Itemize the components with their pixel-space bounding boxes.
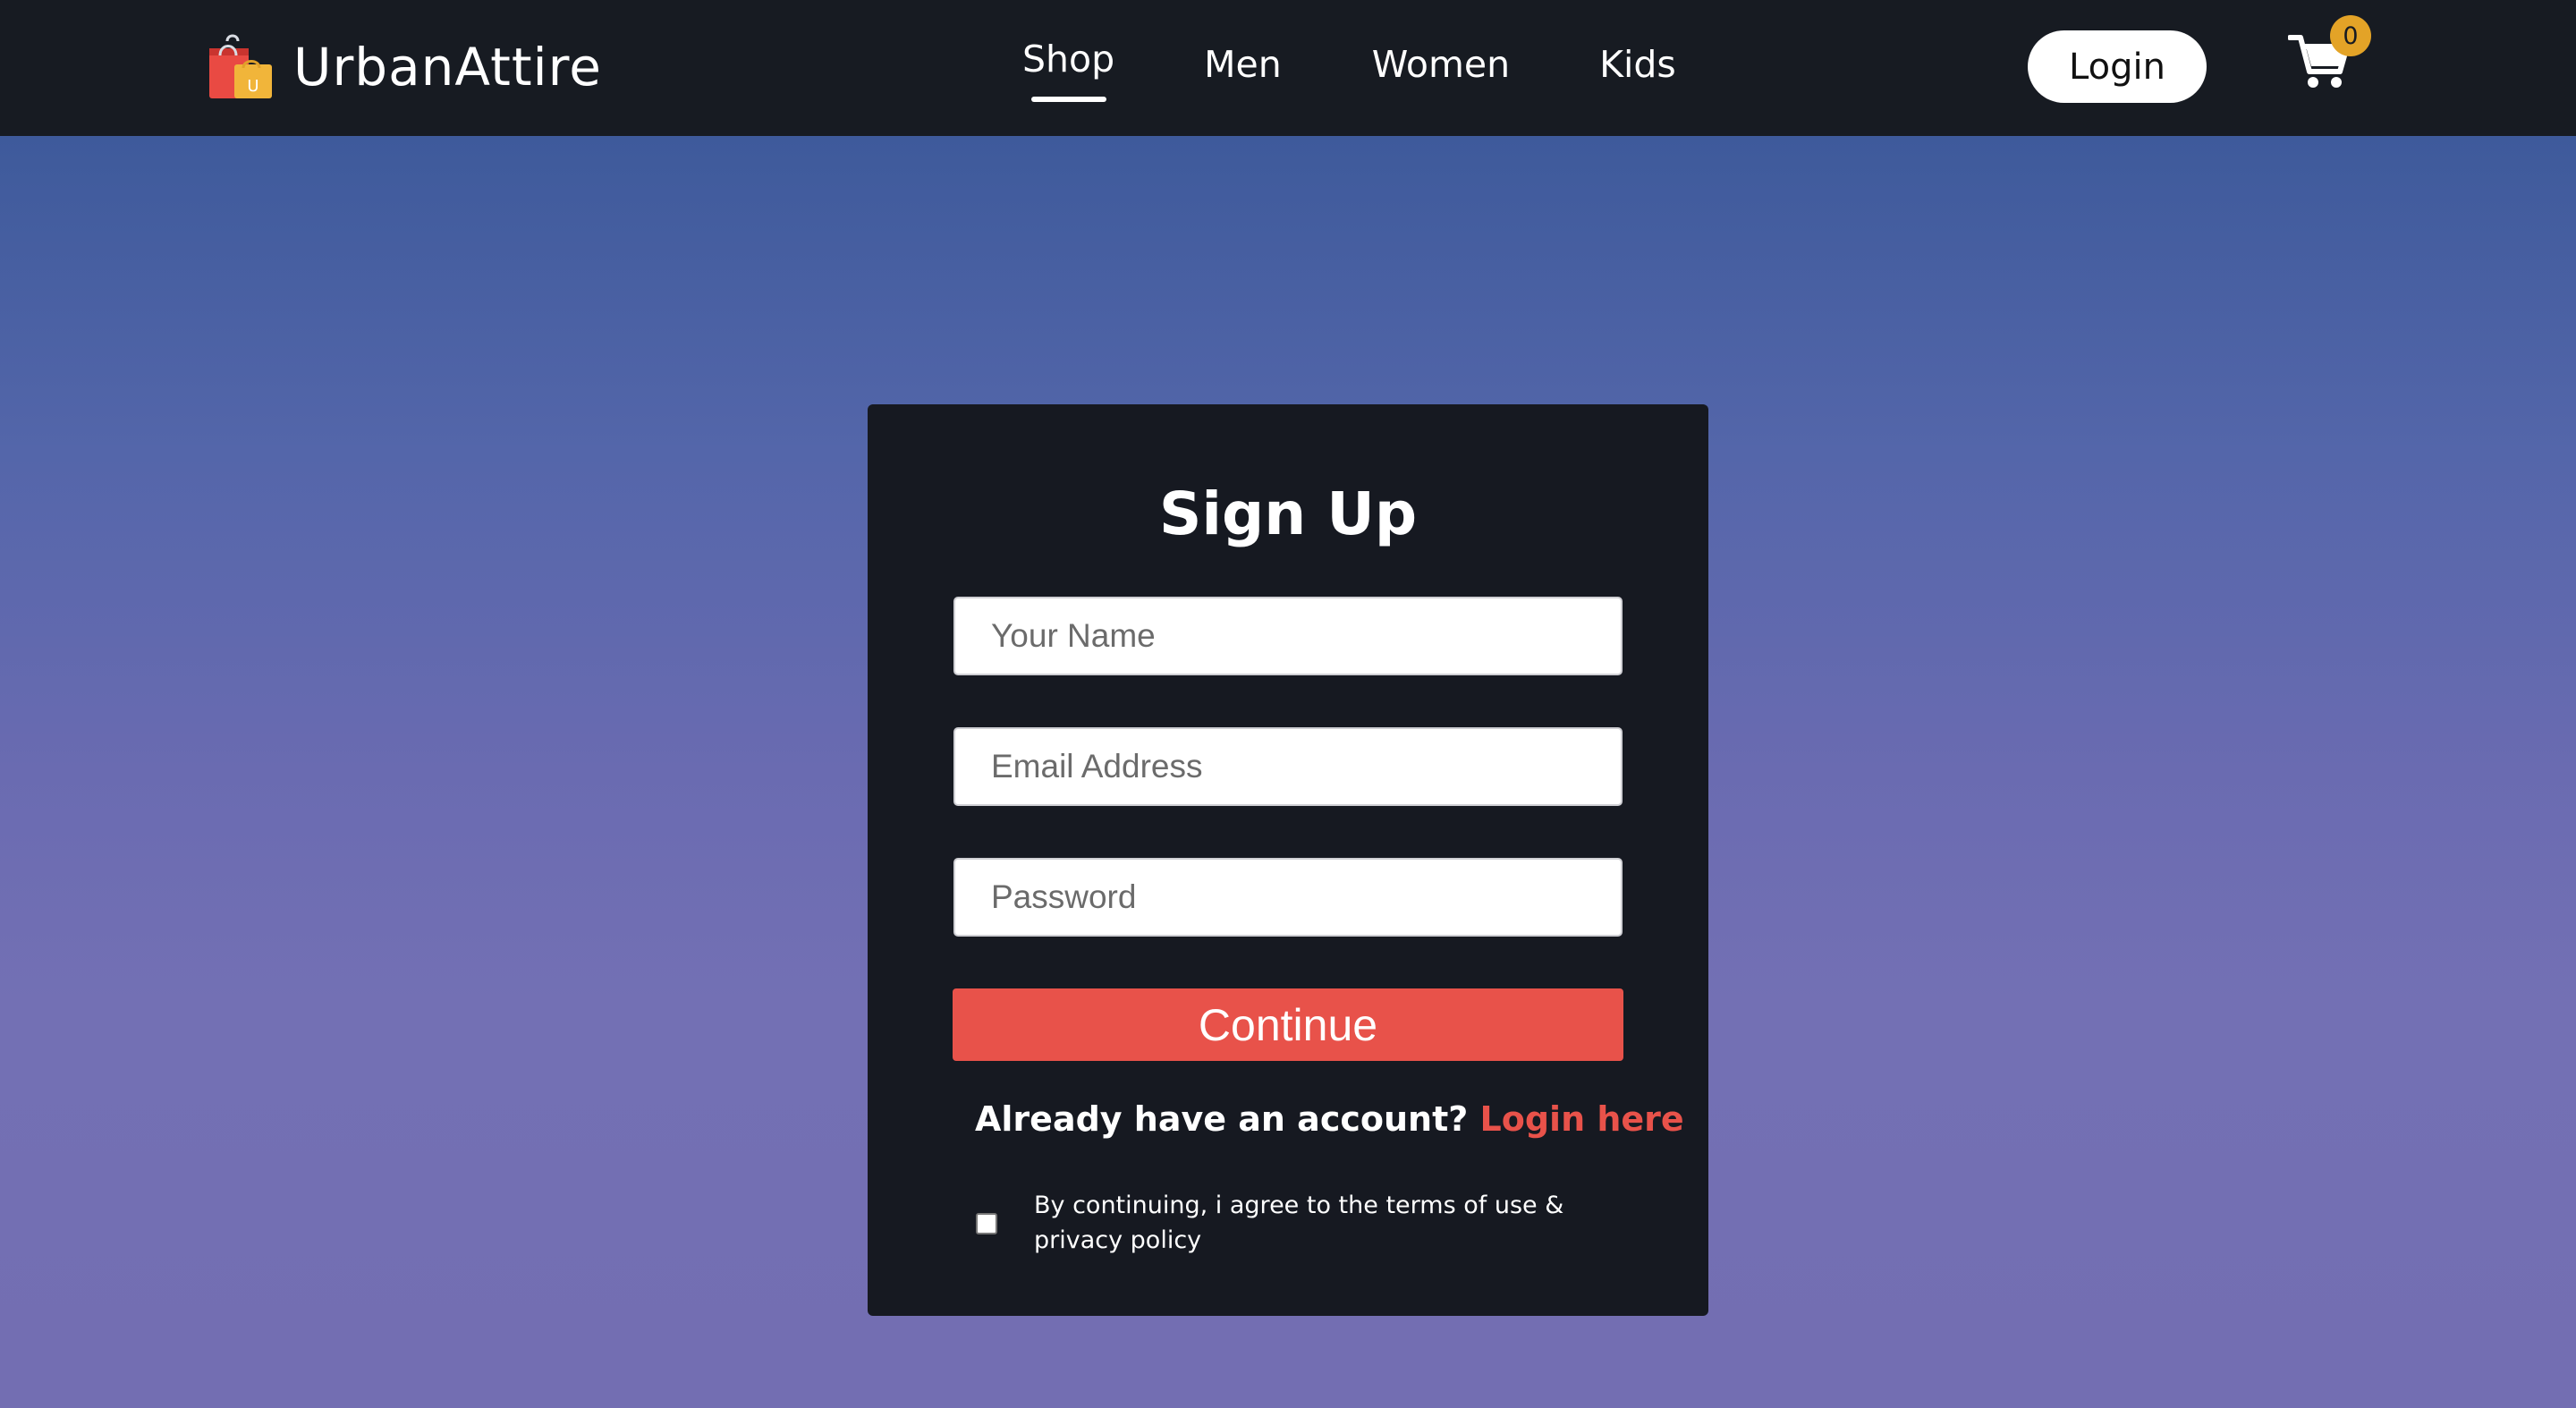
password-input[interactable]	[953, 858, 1623, 937]
nav-link-men[interactable]: Men	[1204, 43, 1282, 86]
nav-link-women[interactable]: Women	[1372, 43, 1510, 86]
login-here-link[interactable]: Login here	[1480, 1099, 1684, 1139]
brand[interactable]: U UrbanAttire	[206, 32, 602, 102]
bag-letter: U	[247, 77, 258, 96]
nav-link-shop-label: Shop	[1022, 38, 1115, 81]
login-button[interactable]: Login	[2028, 30, 2207, 103]
terms-label: By continuing, i agree to the terms of u…	[1034, 1192, 1564, 1254]
cart-count-badge: 0	[2330, 15, 2371, 56]
continue-button[interactable]: Continue	[953, 988, 1623, 1061]
nav-link-kids[interactable]: Kids	[1599, 43, 1676, 86]
main-nav: Shop Men Women Kids	[1022, 30, 1676, 102]
brand-name[interactable]: UrbanAttire	[293, 37, 602, 98]
nav-link-shop[interactable]: Shop	[1022, 38, 1115, 102]
active-nav-underline	[1031, 97, 1106, 102]
signup-card: Sign Up Continue Already have an account…	[868, 404, 1708, 1316]
login-prompt-text: Already have an account?	[975, 1099, 1480, 1139]
name-input[interactable]	[953, 597, 1623, 675]
shopping-bags-logo-icon: U	[209, 34, 272, 98]
login-prompt: Already have an account? Login here	[975, 1099, 1684, 1139]
signup-title: Sign Up	[1158, 479, 1418, 548]
terms-checkbox[interactable]	[976, 1213, 997, 1234]
email-input[interactable]	[953, 727, 1623, 806]
top-navbar: U UrbanAttire Shop Men Women Kids Login …	[0, 0, 2576, 136]
